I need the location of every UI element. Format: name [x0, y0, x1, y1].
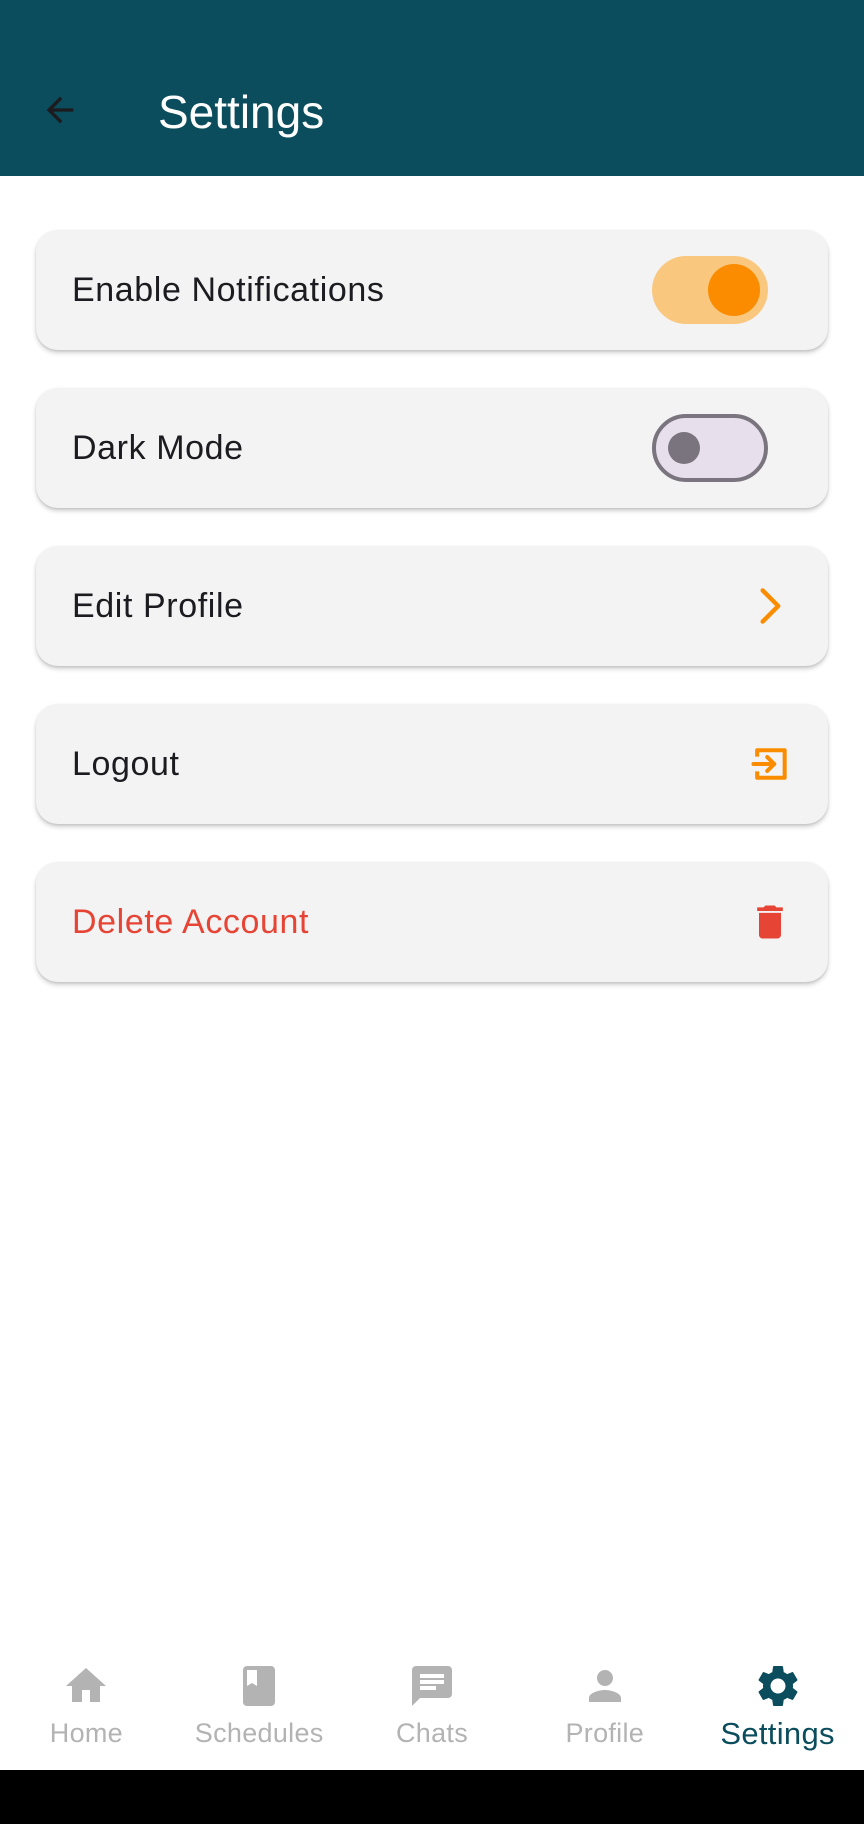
nav-item-chats[interactable]: Chats: [346, 1640, 519, 1770]
toggle-knob: [708, 264, 760, 316]
chevron-right-icon: [746, 582, 794, 630]
delete-account-label: Delete Account: [72, 902, 310, 941]
home-icon: [60, 1660, 112, 1712]
toggle-knob: [668, 432, 700, 464]
logout-label: Logout: [72, 744, 180, 783]
nav-item-settings[interactable]: Settings: [691, 1640, 864, 1770]
bottom-navigation: Home Schedules Chats Profile Settings: [0, 1640, 864, 1770]
system-navigation-bar: [0, 1770, 864, 1824]
logout-icon: [746, 740, 794, 788]
nav-label-schedules: Schedules: [194, 1718, 324, 1748]
nav-label-settings: Settings: [720, 1716, 835, 1751]
person-icon: [579, 1660, 631, 1712]
dark-mode-toggle[interactable]: [652, 414, 768, 482]
nav-item-home[interactable]: Home: [0, 1640, 173, 1770]
page-title: Settings: [158, 86, 325, 138]
edit-profile-card[interactable]: Edit Profile: [36, 546, 828, 666]
chat-icon: [406, 1660, 458, 1712]
back-button[interactable]: [28, 80, 92, 144]
nav-item-schedules[interactable]: Schedules: [173, 1640, 346, 1770]
app-bar: Settings: [0, 0, 864, 176]
nav-item-profile[interactable]: Profile: [518, 1640, 691, 1770]
nav-label-profile: Profile: [565, 1718, 645, 1748]
nav-label-home: Home: [49, 1718, 124, 1748]
arrow-left-icon: [40, 90, 80, 135]
notifications-label: Enable Notifications: [72, 270, 385, 309]
edit-profile-label: Edit Profile: [72, 586, 244, 625]
delete-account-card[interactable]: Delete Account: [36, 862, 828, 982]
notifications-toggle[interactable]: [652, 256, 768, 324]
nav-label-chats: Chats: [395, 1718, 469, 1748]
book-icon: [233, 1660, 285, 1712]
gear-icon: [752, 1660, 804, 1712]
notifications-setting-card: Enable Notifications: [36, 230, 828, 350]
dark-mode-label: Dark Mode: [72, 428, 244, 467]
dark-mode-setting-card: Dark Mode: [36, 388, 828, 508]
logout-card[interactable]: Logout: [36, 704, 828, 824]
trash-icon: [746, 898, 794, 946]
